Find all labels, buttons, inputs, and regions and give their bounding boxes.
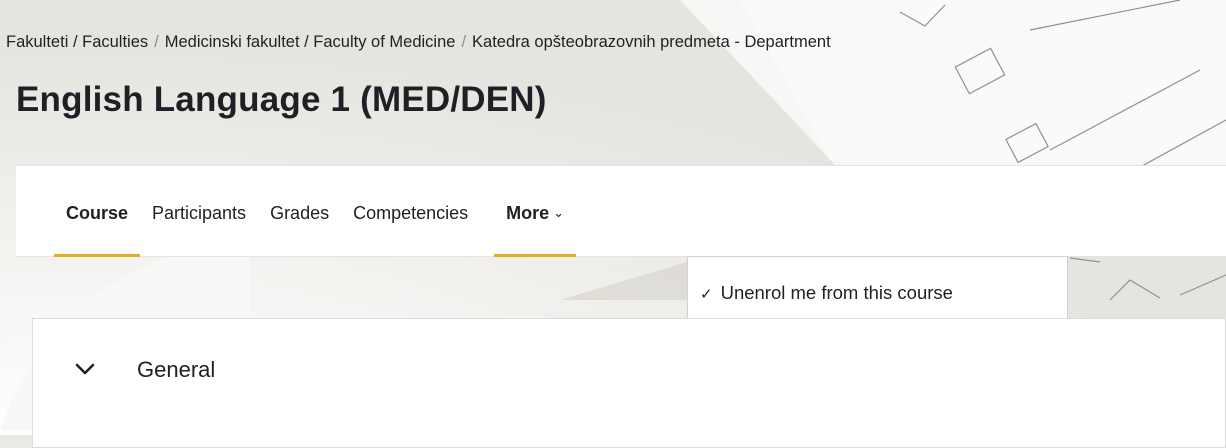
tab-course[interactable]: Course [54,166,141,257]
breadcrumb-item-faculties[interactable]: Fakulteti / Faculties [6,33,148,51]
tab-grades[interactable]: Grades [258,166,341,256]
section-title[interactable]: General [137,357,215,383]
breadcrumb-item-faculty-of-medicine[interactable]: Medicinski fakultet / Faculty of Medicin… [165,33,456,51]
tab-participants[interactable]: Participants [140,166,258,256]
breadcrumb-item-department[interactable]: Katedra opšteobrazovnih predmeta - Depar… [472,33,831,51]
menu-item-unenrol[interactable]: ✓ Unenrol me from this course [688,272,1079,314]
breadcrumb: Fakulteti / Faculties / Medicinski fakulte… [6,33,1226,52]
course-tabs: Course Participants Grades Competencies … [54,166,577,257]
course-section-card: General [32,318,1226,448]
breadcrumb-separator: / [461,33,467,51]
menu-item-unenrol-label: Unenrol me from this course [720,282,953,303]
chevron-down-icon: ⌄ [553,205,565,220]
tab-more-label: More [506,203,550,223]
check-icon: ✓ [700,286,713,303]
course-nav-bar: Course Participants Grades Competencies … [16,165,1226,257]
chevron-down-icon[interactable] [73,357,97,381]
tab-competencies[interactable]: Competencies [341,166,480,256]
page-title: English Language 1 (MED/DEN) [16,80,547,119]
breadcrumb-separator: / [154,33,159,51]
tab-more[interactable]: More ⌄ [494,166,577,257]
